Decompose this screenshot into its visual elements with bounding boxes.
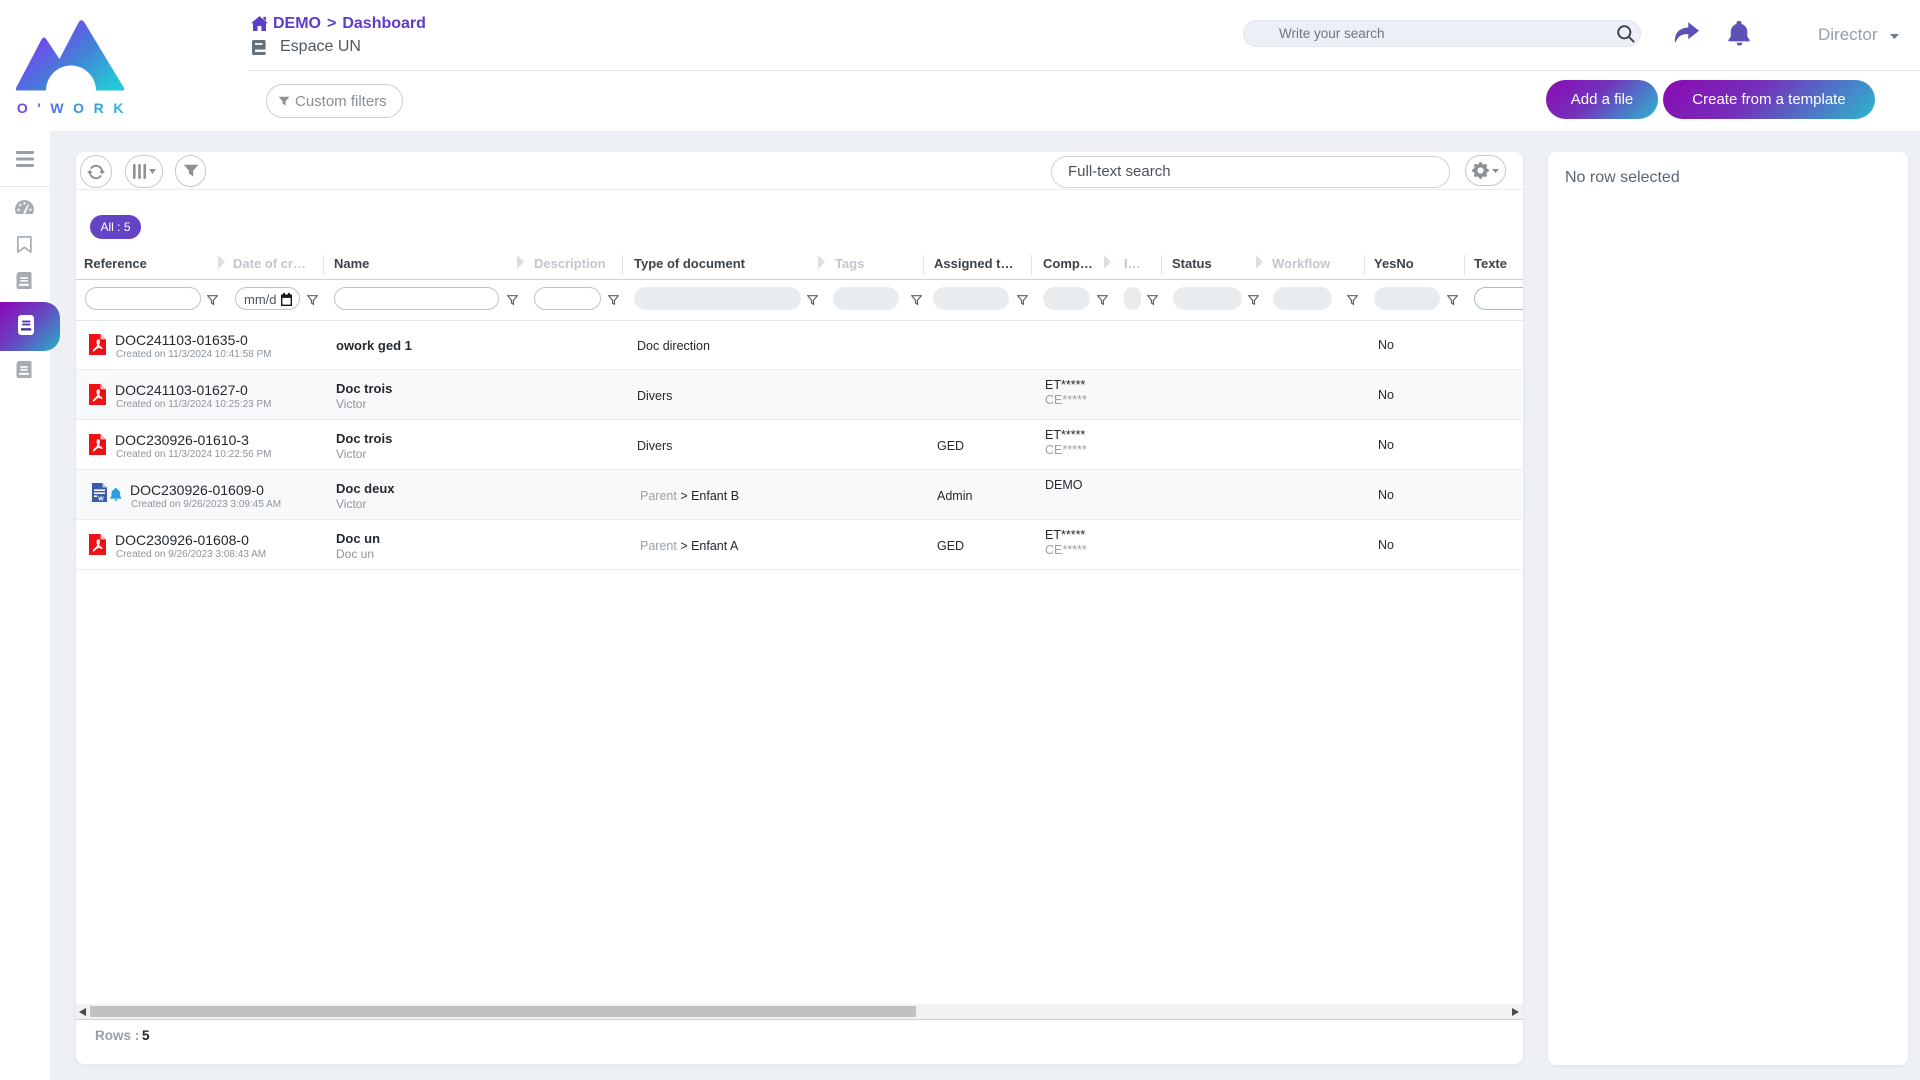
svg-text:w: w <box>97 496 104 503</box>
svg-text:O'WORK: O'WORK <box>17 100 126 116</box>
